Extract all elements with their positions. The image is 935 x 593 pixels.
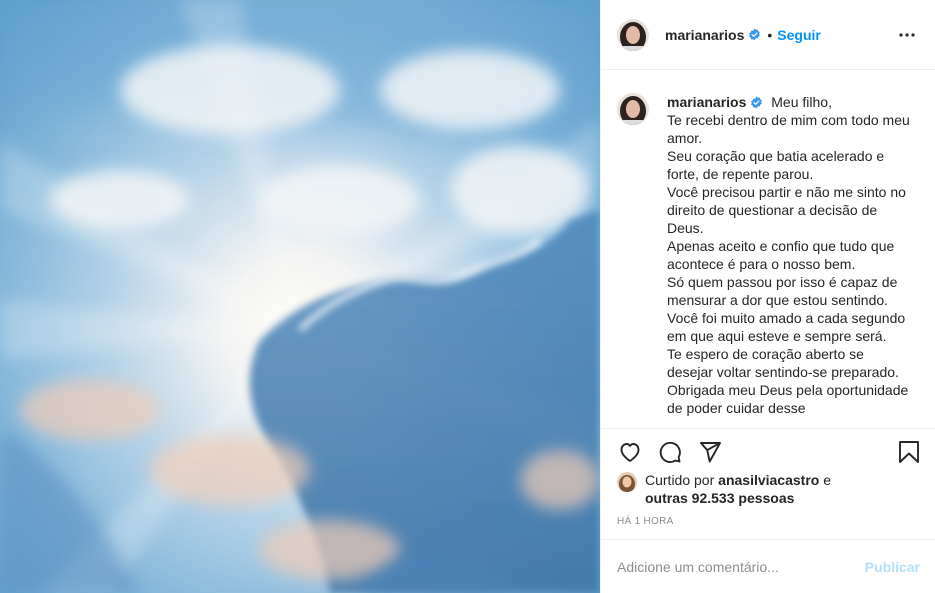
caption-line: Você foi muito amado a cada segundo em q… xyxy=(667,310,906,344)
action-bar xyxy=(601,428,935,474)
verified-badge-icon xyxy=(751,96,763,109)
caption-area: marianarios Meu filho, Te recebi dentro … xyxy=(601,70,935,428)
caption-line: Te espero de coração aberto se desejar v… xyxy=(667,346,899,380)
liker-avatar[interactable] xyxy=(617,472,637,492)
caption-line: Te recebi dentro de mim com todo meu amo… xyxy=(667,112,910,146)
more-horizontal-icon xyxy=(899,32,915,37)
likes-text: Curtido por anasilviacastro e outras 92.… xyxy=(645,471,831,507)
likes-count[interactable]: outras 92.533 pessoas xyxy=(645,490,794,506)
instagram-post: marianarios • Seguir marianarios Meu fil… xyxy=(0,0,935,593)
share-icon xyxy=(700,441,721,462)
caption-line: Você precisou partir e não me sinto no d… xyxy=(667,184,906,236)
profile-photo-icon xyxy=(617,472,637,492)
comment-form: Adicione um comentário... Publicar xyxy=(601,539,935,593)
caption-username[interactable]: marianarios xyxy=(667,94,746,110)
likes-prefix: Curtido por xyxy=(645,472,719,488)
separator-dot: • xyxy=(767,26,773,43)
caption-line: Seu coração que batia acelerado e forte,… xyxy=(667,148,885,182)
like-button[interactable] xyxy=(617,439,643,465)
comment-input[interactable]: Adicione um comentário... xyxy=(617,559,865,575)
post-image[interactable] xyxy=(0,0,600,593)
comment-icon xyxy=(659,441,681,463)
avatar[interactable] xyxy=(617,18,649,51)
likes-conjunction: e xyxy=(819,472,832,488)
heart-icon xyxy=(620,442,640,462)
profile-photo-icon xyxy=(617,18,649,51)
liker-username[interactable]: anasilviacastro xyxy=(718,472,819,488)
comment-button[interactable] xyxy=(657,439,683,465)
publish-button[interactable]: Publicar xyxy=(865,559,920,575)
share-button[interactable] xyxy=(697,439,723,465)
profile-photo-icon xyxy=(617,93,649,125)
follow-button[interactable]: Seguir xyxy=(777,27,821,43)
header-username[interactable]: marianarios xyxy=(665,27,744,43)
likes-summary: Curtido por anasilviacastro e outras 92.… xyxy=(617,471,922,507)
post-header: marianarios • Seguir xyxy=(601,0,935,70)
save-button[interactable] xyxy=(896,439,922,465)
post-timestamp[interactable]: HÁ 1 HORA xyxy=(617,516,674,527)
caption-line: Só quem passou por isso é capaz de mensu… xyxy=(667,274,898,308)
sky-clouds-image xyxy=(0,0,600,593)
caption-line: Apenas aceito e confio que tudo que acon… xyxy=(667,238,895,272)
post-sidebar: marianarios • Seguir marianarios Meu fil… xyxy=(600,0,935,593)
bookmark-icon xyxy=(899,440,919,463)
more-options-button[interactable] xyxy=(895,23,919,47)
caption-line: Obrigada meu Deus pela oportunidade de p… xyxy=(667,382,909,416)
caption-line: Meu filho, xyxy=(771,94,832,110)
caption-avatar[interactable] xyxy=(617,93,649,125)
verified-badge-icon xyxy=(749,28,761,41)
caption-text: marianarios Meu filho, Te recebi dentro … xyxy=(667,93,912,428)
